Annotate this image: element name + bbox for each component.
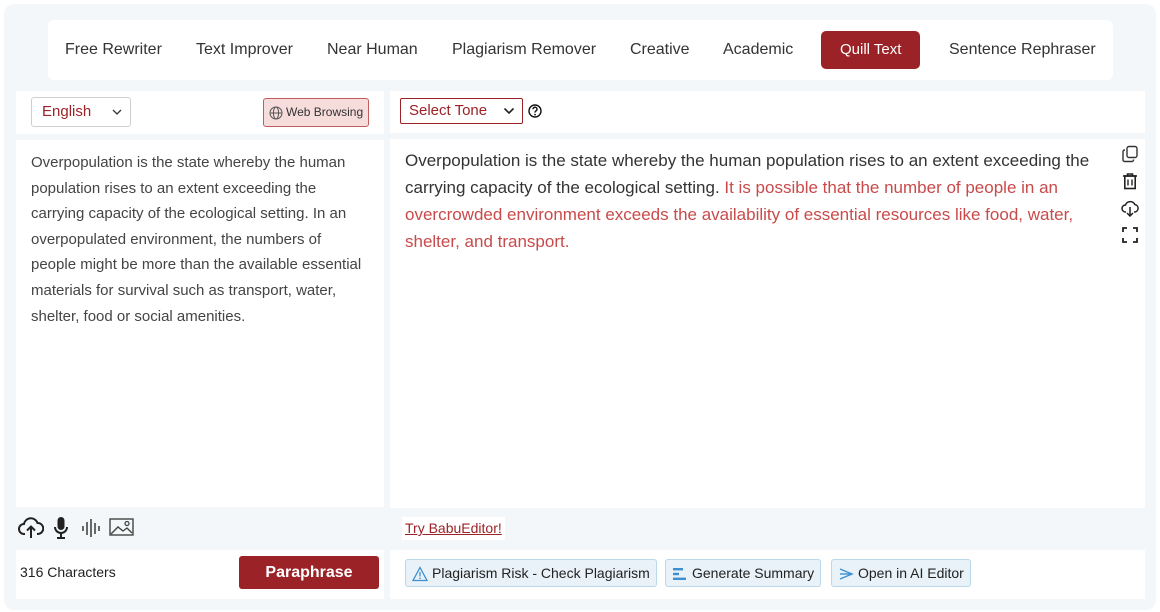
open-ai-editor-button[interactable]: Open in AI Editor [831,559,971,587]
warning-icon [412,566,428,582]
generate-summary-button[interactable]: Generate Summary [665,559,822,587]
chevron-down-icon [503,107,515,115]
trash-icon[interactable] [1121,172,1139,190]
output-footer: Plagiarism Risk - Check Plagiarism Gener… [390,550,1145,599]
image-icon[interactable] [109,516,134,538]
tab-text-improver[interactable]: Text Improver [196,20,293,80]
tab-plagiarism-remover[interactable]: Plagiarism Remover [452,20,596,80]
web-browsing-label: Web Browsing [286,105,364,119]
character-count: 316 Characters [20,564,116,580]
generate-summary-label: Generate Summary [692,565,815,581]
input-tools [16,514,384,546]
tone-select[interactable]: Select Tone [400,98,523,124]
chevron-down-icon [112,109,122,115]
fullscreen-icon[interactable] [1121,226,1139,244]
mode-tabs: Free Rewriter Text Improver Near Human P… [48,20,1113,80]
output-toolbar: Select Tone [390,91,1145,133]
tab-academic[interactable]: Academic [723,20,793,80]
copy-icon[interactable] [1121,145,1139,163]
language-select[interactable]: English [31,97,131,127]
tab-near-human[interactable]: Near Human [327,20,418,80]
tone-select-label: Select Tone [409,102,488,119]
open-ai-editor-label: Open in AI Editor [858,565,964,581]
editor-icon [839,568,854,580]
input-footer: 316 Characters Paraphrase [16,550,384,599]
paraphrase-button[interactable]: Paraphrase [239,556,379,589]
summary-icon [673,568,686,580]
input-textarea[interactable]: Overpopulation is the state whereby the … [16,140,384,507]
tab-quill-text[interactable]: Quill Text [821,31,921,69]
input-toolbar: English Web Browsing [16,91,384,134]
tab-sentence-rephraser[interactable]: Sentence Rephraser [949,20,1096,80]
check-plagiarism-label: Plagiarism Risk - Check Plagiarism [432,565,650,581]
tab-creative[interactable]: Creative [630,20,690,80]
check-plagiarism-button[interactable]: Plagiarism Risk - Check Plagiarism [405,559,657,587]
upload-cloud-icon[interactable] [18,516,44,540]
globe-icon [269,106,283,120]
output-text: Overpopulation is the state whereby the … [390,139,1145,508]
try-babueditor-link[interactable]: Try BabuEditor! [402,517,505,540]
web-browsing-button[interactable]: Web Browsing [263,98,369,127]
tab-free-rewriter[interactable]: Free Rewriter [65,20,162,80]
audio-wave-icon[interactable] [81,516,101,540]
language-value: English [42,103,92,120]
help-icon[interactable] [528,104,542,118]
download-cloud-icon[interactable] [1121,199,1139,217]
microphone-icon[interactable] [53,516,69,540]
